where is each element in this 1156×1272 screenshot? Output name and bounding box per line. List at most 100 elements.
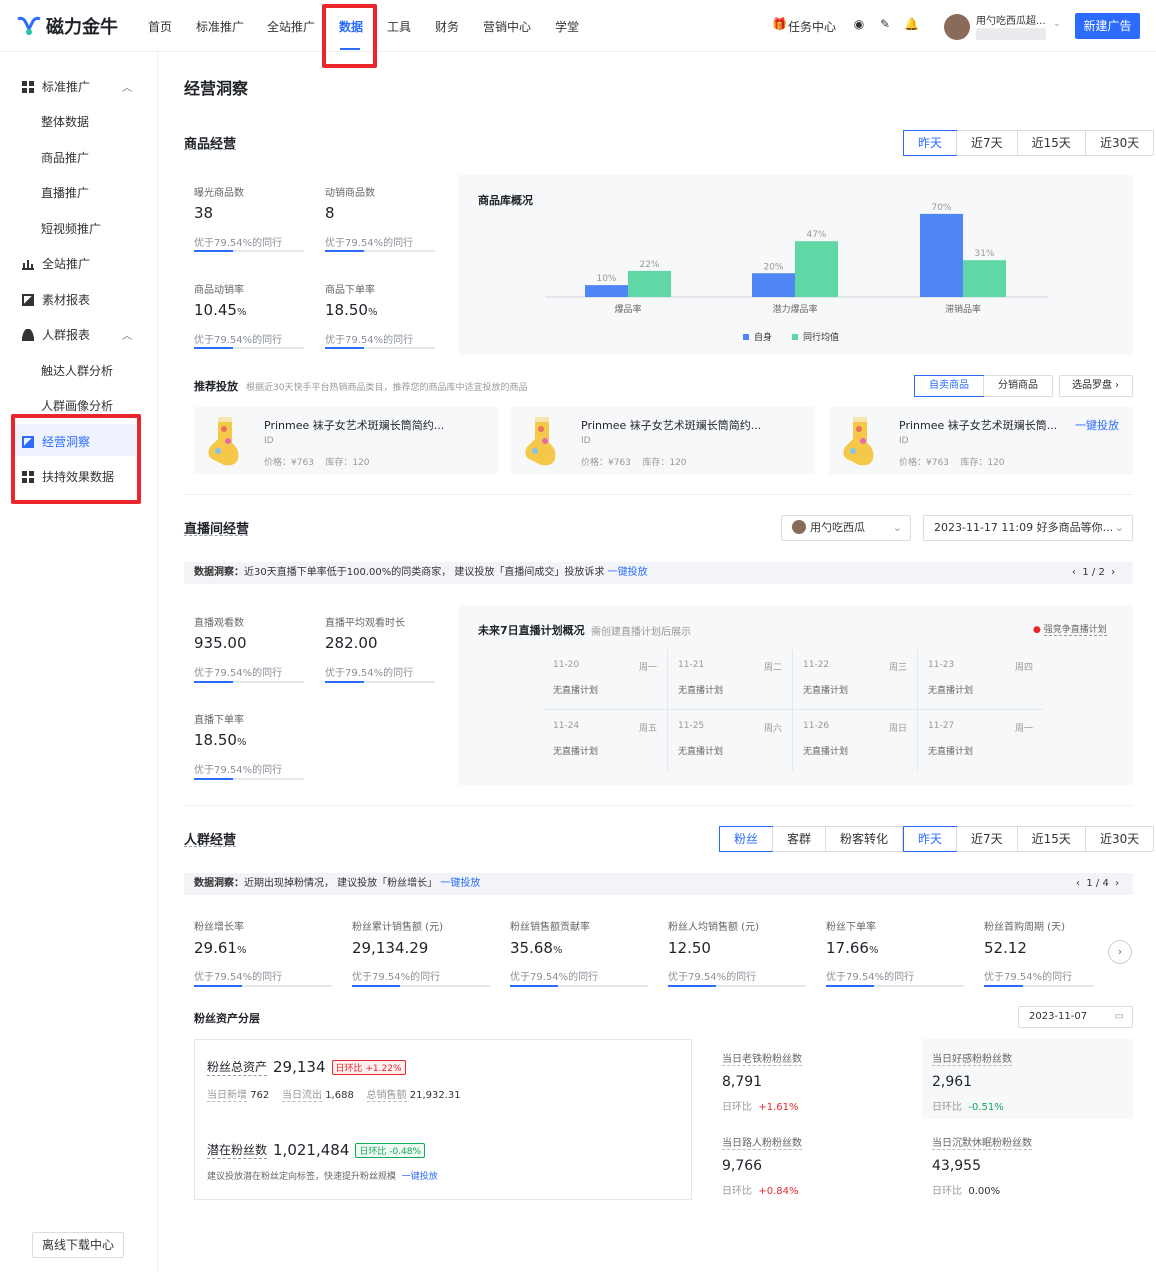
metric-bar: [668, 985, 806, 987]
range-15d[interactable]: 近15天: [1016, 827, 1085, 851]
potential-fan-desc: 建议投放潜在粉丝定向标签，快速提升粉丝规模 一键投放: [207, 1172, 438, 1182]
product-price-stock: 价格：¥763 库存：120: [899, 458, 1005, 468]
recommend-tabs: 自卖商品 分销商品: [914, 375, 1053, 397]
product-id: ID: [264, 436, 274, 446]
chevron-up-icon[interactable]: ︿: [122, 79, 132, 94]
live-session-select[interactable]: 2023-11-17 11:09 好多商品等你... ⌄: [923, 515, 1133, 541]
nav-finance[interactable]: 财务: [435, 18, 459, 35]
metric-compare: 优于79.54%的同行: [194, 972, 283, 983]
range-yesterday[interactable]: 昨天: [903, 130, 958, 156]
product-price-stock: 价格：¥763 库存：120: [264, 458, 370, 468]
range-30d[interactable]: 近30天: [1084, 131, 1153, 155]
selection-compass-button[interactable]: 选品罗盘 ›: [1059, 375, 1133, 397]
bar-2-0: [920, 213, 963, 297]
live-pager[interactable]: ‹ 1 / 2 ›: [1072, 567, 1115, 578]
fan-total-value: 29,134: [273, 1058, 326, 1076]
chart-legend: 自身 同行均值: [743, 330, 839, 343]
sidebar-group-standard[interactable]: 标准推广: [22, 78, 90, 95]
next-arrow-button[interactable]: ›: [1108, 940, 1132, 964]
product-card[interactable]: Prinmee 袜子女艺术斑斓长筒... ID 价格：¥763 库存：120 一…: [829, 407, 1133, 474]
top-navbar: 磁力金牛 首页 标准推广 全站推广 数据 工具 财务 营销中心 学堂 🎁 任务中…: [0, 0, 1156, 52]
strong-competition-link[interactable]: ● 强竞争直播计划: [1033, 622, 1107, 636]
metric-value: 38: [194, 204, 214, 222]
chevron-up-icon[interactable]: ︿: [122, 327, 132, 342]
sidebar-item-shortvideo[interactable]: 短视频推广: [41, 220, 101, 237]
tab-fan-conversion[interactable]: 粉客转化: [825, 827, 902, 851]
logo[interactable]: 磁力金牛: [16, 14, 118, 38]
product-card[interactable]: Prinmee 袜子女艺术斑斓长筒简约... ID 价格：¥763 库存：120: [511, 407, 815, 474]
range-7d[interactable]: 近7天: [956, 131, 1017, 155]
tab-distribution-goods[interactable]: 分销商品: [983, 376, 1052, 396]
edit-icon[interactable]: ✎: [878, 17, 892, 31]
one-click-launch-link[interactable]: 一键投放: [1075, 417, 1119, 433]
bell-icon[interactable]: 🔔: [904, 17, 919, 31]
layer-label: 当日好感粉粉丝数: [932, 1050, 1012, 1066]
metric-compare: 优于79.54%的同行: [510, 972, 599, 983]
title-underline: [184, 534, 248, 536]
metric-label: 直播观看数: [194, 618, 244, 629]
x-tick-label-0: 爆品率: [614, 303, 641, 315]
nav-standard[interactable]: 标准推广: [196, 18, 244, 35]
sidebar-item-goods[interactable]: 商品推广: [41, 149, 89, 166]
bar-1-1: [795, 241, 838, 297]
offline-download-button[interactable]: 离线下载中心: [32, 1232, 124, 1258]
nav-tools[interactable]: 工具: [387, 18, 411, 35]
range-yesterday[interactable]: 昨天: [903, 826, 958, 852]
metric-bar: [352, 985, 490, 987]
plan-subtitle: 需创建直播计划后展示: [591, 627, 691, 638]
range-7d[interactable]: 近7天: [956, 827, 1017, 851]
sidebar-item-reach[interactable]: 触达人群分析: [41, 362, 113, 379]
plan-day: 11-26 周日 无直播计划: [793, 711, 918, 771]
sidebar-group-fullsite[interactable]: 全站推广: [22, 255, 90, 272]
crowd-pager[interactable]: ‹ 1 / 4 ›: [1076, 878, 1119, 889]
user-id-masked: [976, 28, 1046, 40]
tab-customers[interactable]: 客群: [772, 827, 825, 851]
metric-compare: 优于79.54%的同行: [325, 335, 414, 346]
new-ad-button[interactable]: 新建广告: [1075, 13, 1140, 39]
section-divider: [184, 805, 1133, 806]
layer-label: 当日路人粉粉丝数: [722, 1134, 802, 1150]
sidebar-group-crowd[interactable]: 人群报表: [22, 326, 90, 343]
live-account-select[interactable]: 用勺吃西瓜 ⌄: [781, 515, 911, 541]
plan-title: 未来7日直播计划概况: [478, 624, 585, 637]
one-click-launch-link[interactable]: 一键投放: [402, 1172, 438, 1182]
metric-value: 29.61%: [194, 939, 247, 957]
nav-school[interactable]: 学堂: [555, 18, 579, 35]
chevron-down-icon[interactable]: ⌄: [1050, 17, 1064, 31]
target-icon[interactable]: ◉: [852, 17, 866, 31]
date-picker[interactable]: 2023-11-07 ▭: [1018, 1006, 1133, 1028]
sidebar-item-portrait[interactable]: 人群画像分析: [41, 397, 113, 414]
product-card[interactable]: Prinmee 袜子女艺术斑斓长筒简约... ID 价格：¥763 库存：120: [194, 407, 498, 474]
bar-label-0-0: 10%: [596, 274, 616, 284]
highlight-nav-data: [322, 4, 377, 68]
tab-fans[interactable]: 粉丝: [719, 826, 774, 852]
metric-label: 直播平均观看时长: [325, 618, 405, 629]
fan-total-card: 粉丝总资产 29,134 日环比 +1.22% 当日新增 762 当日流出 1,…: [194, 1039, 692, 1200]
nav-fullsite[interactable]: 全站推广: [267, 18, 315, 35]
tab-self-goods[interactable]: 自卖商品: [914, 375, 984, 397]
sidebar-group-label: 素材报表: [42, 293, 91, 307]
product-price-stock: 价格：¥763 库存：120: [581, 458, 687, 468]
nav-home[interactable]: 首页: [148, 18, 172, 35]
sidebar-item-live[interactable]: 直播推广: [41, 184, 89, 201]
potential-fan-row: 潜在粉丝数 1,021,484 日环比 -0.48%: [207, 1141, 426, 1159]
bar-label-1-1: 47%: [806, 230, 826, 240]
metric-label: 粉丝下单率: [826, 922, 876, 933]
nav-marketing[interactable]: 营销中心: [483, 18, 531, 35]
goods-range-tabs: 昨天 近7天 近15天 近30天: [903, 130, 1155, 156]
sidebar-group-material[interactable]: 素材报表: [22, 291, 90, 308]
task-center-link[interactable]: 任务中心: [788, 18, 836, 35]
one-click-launch-link[interactable]: 一键投放: [608, 567, 648, 578]
metric-value: 18.50%: [194, 731, 247, 749]
x-tick-label-2: 滞销品率: [945, 303, 981, 315]
range-15d[interactable]: 近15天: [1016, 131, 1085, 155]
recommend-title: 推荐投放: [194, 380, 238, 393]
chevron-down-icon: ⌄: [1114, 521, 1124, 534]
metric-value: 10.45%: [194, 301, 247, 319]
one-click-launch-link[interactable]: 一键投放: [440, 878, 480, 889]
avatar[interactable]: [944, 14, 970, 40]
metric-bar: [325, 681, 435, 683]
sidebar-item-overall[interactable]: 整体数据: [41, 113, 89, 130]
metric-bar: [194, 778, 304, 780]
range-30d[interactable]: 近30天: [1084, 827, 1153, 851]
